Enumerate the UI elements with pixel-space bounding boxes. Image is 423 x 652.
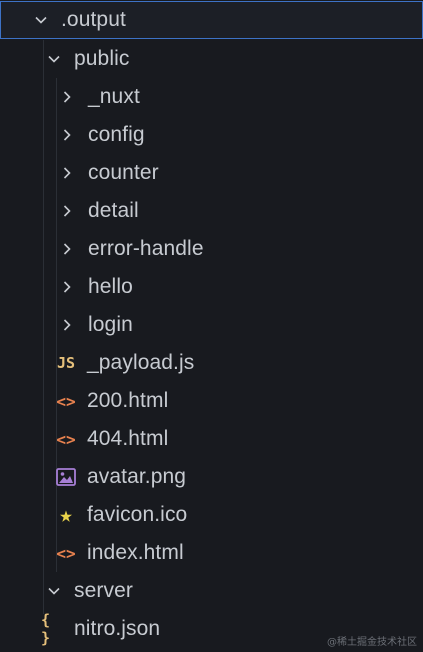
- chevron-right-icon: [60, 242, 74, 256]
- tree-file-avatar-png[interactable]: avatar.png: [0, 458, 423, 496]
- tree-folder-config[interactable]: config: [0, 116, 423, 154]
- tree-folder-label: hello: [88, 275, 133, 298]
- tree-folder-output[interactable]: .output: [0, 1, 423, 39]
- tree-folder-label: config: [88, 123, 145, 146]
- tree-file-label: 200.html: [87, 389, 169, 412]
- tree-file-index-html[interactable]: <> index.html: [0, 534, 423, 572]
- chevron-right-icon: [60, 90, 74, 104]
- tree-folder-label: _nuxt: [88, 85, 140, 108]
- tree-folder-counter[interactable]: counter: [0, 154, 423, 192]
- tree-folder-label: login: [88, 313, 133, 336]
- tree-file-label: index.html: [87, 541, 184, 564]
- chevron-down-icon: [47, 52, 61, 66]
- tree-folder-nuxt[interactable]: _nuxt: [0, 78, 423, 116]
- tree-folder-label: server: [74, 579, 133, 602]
- tree-file-label: avatar.png: [87, 465, 187, 488]
- tree-file-label: 404.html: [87, 427, 169, 450]
- image-file-icon: [55, 466, 77, 488]
- tree-file-200-html[interactable]: <> 200.html: [0, 382, 423, 420]
- tree-folder-label: .output: [61, 8, 126, 31]
- html-file-icon: <>: [56, 429, 76, 449]
- tree-folder-hello[interactable]: hello: [0, 268, 423, 306]
- tree-file-label: favicon.ico: [87, 503, 188, 526]
- chevron-down-icon: [47, 584, 61, 598]
- file-explorer-tree: .output public _nuxt config counter deta…: [0, 0, 423, 652]
- js-file-icon: JS: [56, 354, 76, 372]
- tree-file-404-html[interactable]: <> 404.html: [0, 420, 423, 458]
- tree-folder-label: error-handle: [88, 237, 204, 260]
- tree-folder-label: detail: [88, 199, 139, 222]
- tree-file-label: nitro.json: [74, 617, 161, 640]
- chevron-right-icon: [60, 204, 74, 218]
- star-icon: ★: [59, 502, 73, 528]
- tree-folder-error-handle[interactable]: error-handle: [0, 230, 423, 268]
- tree-folder-public[interactable]: public: [0, 40, 423, 78]
- chevron-right-icon: [60, 128, 74, 142]
- tree-folder-label: counter: [88, 161, 159, 184]
- chevron-right-icon: [60, 318, 74, 332]
- tree-file-payload-js[interactable]: JS _payload.js: [0, 344, 423, 382]
- json-file-icon: { }: [41, 611, 51, 647]
- tree-file-label: _payload.js: [87, 351, 195, 374]
- chevron-right-icon: [60, 166, 74, 180]
- html-file-icon: <>: [56, 543, 76, 563]
- chevron-down-icon: [34, 13, 48, 27]
- watermark: @稀土掘金技术社区: [327, 637, 417, 648]
- tree-folder-server[interactable]: server: [0, 572, 423, 610]
- chevron-right-icon: [60, 280, 74, 294]
- tree-folder-login[interactable]: login: [0, 306, 423, 344]
- tree-file-favicon-ico[interactable]: ★ favicon.ico: [0, 496, 423, 534]
- tree-folder-label: public: [74, 47, 130, 70]
- html-file-icon: <>: [56, 391, 76, 411]
- tree-folder-detail[interactable]: detail: [0, 192, 423, 230]
